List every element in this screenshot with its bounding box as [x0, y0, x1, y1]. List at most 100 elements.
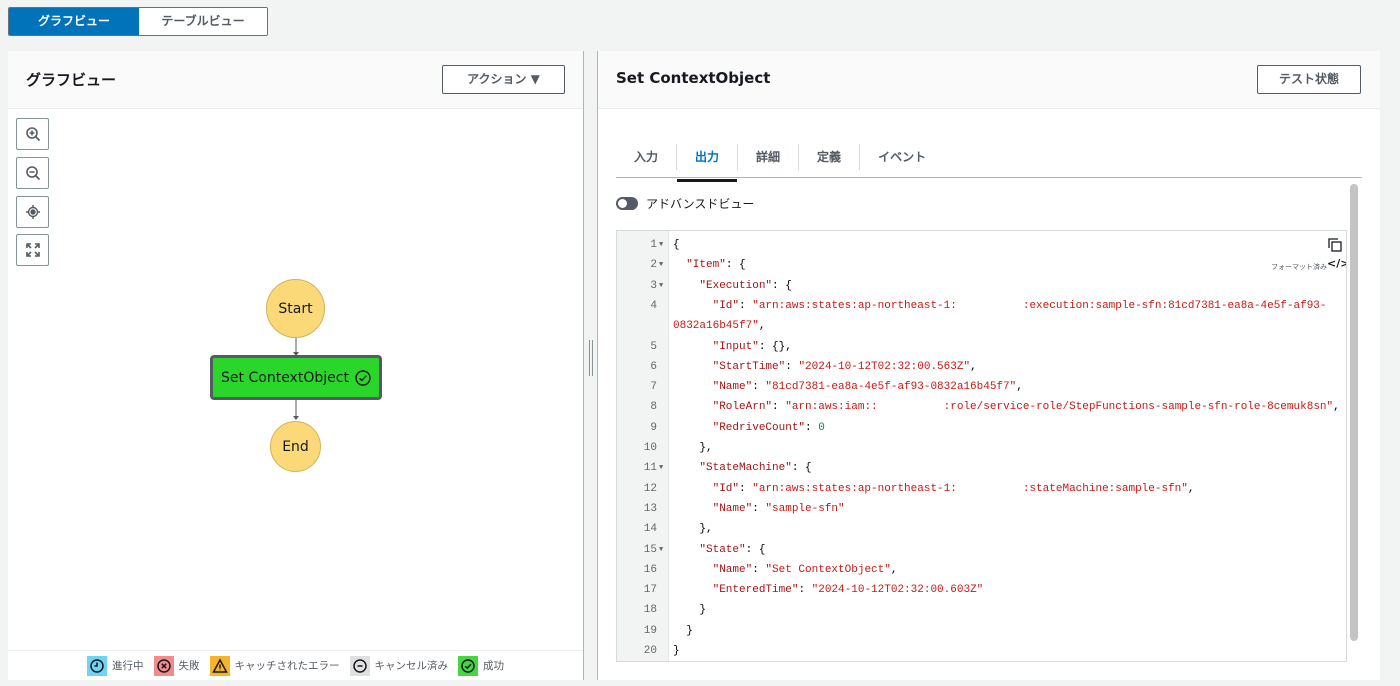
state-detail-panel: Set ContextObject テスト状態 入力 出力 詳細 定義 イベント アドバ… [597, 51, 1380, 680]
line-number: 8 [650, 401, 657, 414]
code-token: 0832a16b45f7" [673, 320, 759, 333]
code-token: "Name" [712, 502, 753, 515]
line-number: 12 [643, 482, 657, 495]
code-token: "Name" [712, 381, 753, 394]
line-number: 15 [643, 543, 657, 556]
code-token: "RoleArn" [712, 401, 773, 414]
code-token: { [673, 239, 680, 251]
code-token: , [1187, 482, 1195, 495]
code-text: "RoleArn": "arn:aws:iam:::role/service-r… [673, 397, 1340, 417]
state-title: Set ContextObject [616, 69, 771, 87]
redacted-account-id [956, 478, 1023, 491]
code-token: : [752, 502, 766, 515]
redacted-account-id [877, 397, 944, 410]
warning-icon [211, 657, 228, 673]
code-token: "Item" [686, 259, 726, 272]
line-number: 11 [643, 462, 657, 475]
code-token: : [805, 421, 819, 434]
advanced-view-label: アドバンスドビュー [646, 197, 755, 211]
legend-swatch [458, 655, 478, 676]
code-text: "Item": { [673, 255, 745, 275]
table-view-tab[interactable]: テーブルビュー [139, 8, 267, 35]
task-node-label: Set ContextObject [221, 369, 349, 386]
line-number: 3 [650, 279, 657, 292]
code-token: "Id" [712, 482, 740, 495]
tab-1[interactable]: 出力 [677, 143, 739, 182]
line-number: 1 [650, 239, 657, 251]
code-token: 0 [818, 421, 825, 434]
format-code-icon[interactable]: </> [1327, 257, 1346, 270]
code-text: 0832a16b45f7", [673, 316, 765, 336]
legend-label: キャッチされたエラー [234, 660, 340, 672]
minus-circle-icon [352, 658, 367, 673]
check-circle-icon [461, 658, 475, 673]
formatted-label: フォーマット済み [1271, 263, 1327, 271]
json-output-editor[interactable]: 1 ▼{2 ▼ "Item": {3 ▼ "Execution": {4 "Id": … [616, 230, 1347, 662]
code-token: }, [673, 442, 713, 454]
code-token: , [1016, 381, 1023, 394]
fold-arrow-icon[interactable]: ▼ [659, 276, 663, 296]
test-state-button[interactable]: テスト状態 [1257, 65, 1361, 94]
code-token: : [798, 584, 812, 597]
code-token: "Id" [712, 299, 740, 312]
code-token: , [758, 320, 766, 333]
toggle-switch[interactable] [616, 197, 638, 210]
code-text: "Name": "sample-sfn" [673, 499, 845, 519]
legend-swatch [153, 655, 174, 676]
task-node[interactable]: Set ContextObject [210, 355, 382, 400]
code-token: : {}, [758, 340, 792, 353]
panel-resize-handle[interactable] [589, 340, 593, 376]
fold-arrow-icon[interactable]: ▼ [659, 255, 663, 275]
code-text: } [673, 600, 706, 620]
code-text: "StateMachine": { [673, 458, 812, 478]
code-text: "Execution": { [673, 276, 791, 296]
code-token: "2024-10-12T02:32:00.563Z" [798, 360, 971, 373]
line-number: 16 [643, 563, 657, 576]
tab-2[interactable]: 詳細 [738, 143, 800, 170]
code-token: "Input" [712, 340, 759, 353]
clock-icon [90, 658, 104, 673]
fold-arrow-icon[interactable]: ▼ [659, 458, 663, 478]
tab-0[interactable]: 入力 [616, 143, 678, 170]
copy-icon[interactable] [1328, 238, 1342, 252]
tab-3[interactable]: 定義 [799, 143, 861, 170]
code-token: "arn:aws:states:ap-northeast-1: [752, 482, 957, 495]
code-token: "Name" [712, 563, 753, 576]
end-node[interactable]: End [270, 421, 321, 472]
line-number: 13 [643, 502, 657, 515]
start-node[interactable]: Start [266, 279, 325, 338]
code-text: { [673, 235, 680, 255]
code-token: : { [745, 543, 766, 556]
code-token: : { [791, 462, 812, 475]
legend-label: 成功 [483, 660, 504, 672]
tab-4[interactable]: イベント [860, 144, 944, 170]
code-token: "81cd7381-ea8a-4e5f-af93-0832a16b45f7" [765, 381, 1017, 394]
legend-item: キャッチされたエラー [209, 655, 340, 676]
advanced-view-toggle[interactable]: アドバンスドビュー [616, 195, 754, 212]
line-number: 19 [643, 624, 657, 637]
vertical-scrollbar[interactable] [1350, 184, 1358, 641]
view-toggle: グラフビュー テーブルビュー [8, 7, 268, 36]
code-token: "arn:aws:states:ap-northeast-1: [752, 299, 957, 312]
code-text: "Name": "Set ContextObject", [673, 560, 898, 580]
code-text: "RedriveCount": 0 [673, 418, 825, 438]
legend-label: キャンセル済み [374, 660, 449, 672]
code-token: } [673, 645, 680, 657]
legend-label: 進行中 [112, 660, 144, 672]
code-text: } [673, 641, 680, 661]
legend-swatch [209, 655, 230, 676]
legend-swatch [87, 655, 107, 676]
line-number: 17 [643, 584, 657, 597]
fold-arrow-icon[interactable]: ▼ [659, 540, 663, 560]
fold-arrow-icon[interactable]: ▼ [659, 235, 663, 255]
graph-view-tab[interactable]: グラフビュー [9, 8, 139, 35]
code-token: "EnteredTime" [712, 584, 799, 597]
legend-swatch [349, 655, 370, 676]
